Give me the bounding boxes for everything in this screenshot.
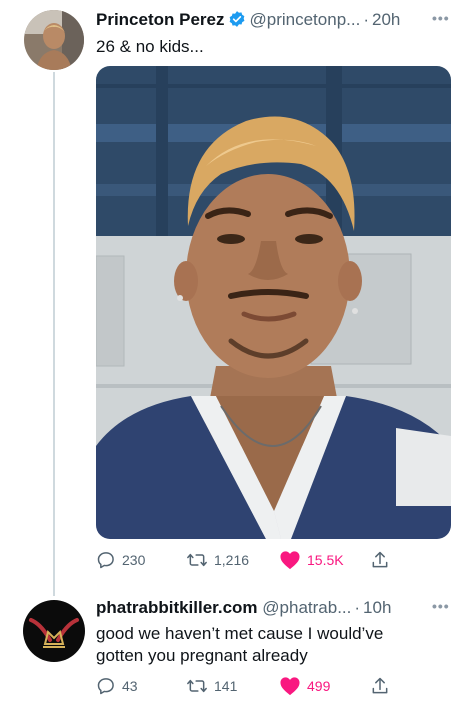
reply-button[interactable]: 230 — [96, 550, 145, 570]
author-avatar[interactable] — [23, 600, 85, 662]
reply-icon — [97, 552, 114, 569]
author-name[interactable]: Princeton Perez — [96, 10, 225, 29]
reply-icon — [97, 678, 114, 695]
reply-button[interactable]: 43 — [96, 676, 138, 696]
more-options-icon[interactable]: ••• — [432, 598, 450, 614]
reply-count: 230 — [122, 552, 146, 568]
tweet-header: phatrabbitkiller.com @phatrab... · 10h — [96, 598, 391, 618]
share-button[interactable] — [370, 676, 390, 696]
like-button[interactable]: 499 — [279, 676, 330, 696]
like-count: 499 — [307, 678, 331, 694]
share-icon — [372, 551, 388, 568]
heart-icon — [280, 551, 300, 570]
time-separator: · — [363, 10, 369, 29]
time-separator: · — [354, 598, 361, 617]
tweet-text: good we haven’t met cause I would’ve got… — [96, 623, 383, 667]
tweet-photo[interactable] — [96, 66, 451, 539]
tweet-reply[interactable]: phatrabbitkiller.com @phatrab... · 10h •••… — [0, 590, 474, 705]
tweet-text: 26 & no kids... — [96, 37, 204, 56]
retweet-count: 1,216 — [214, 552, 250, 568]
retweet-count: 141 — [214, 678, 238, 694]
tweet-action-bar: 43 141 499 — [96, 676, 396, 700]
logo-avatar — [23, 600, 85, 662]
tweet-timestamp[interactable]: 10h — [363, 598, 391, 617]
like-count: 15.5K — [307, 552, 344, 568]
selfie-photo — [96, 66, 451, 539]
tweet-timestamp[interactable]: 20h — [372, 10, 400, 29]
author-handle[interactable]: @princetonp... — [250, 10, 361, 29]
reply-count: 43 — [122, 678, 138, 694]
author-name[interactable]: phatrabbitkiller.com — [96, 598, 258, 617]
tweet-header: Princeton Perez @princetonp... · 20h — [96, 10, 400, 33]
tweet-action-bar: 230 1,216 15.5K — [96, 550, 396, 574]
author-avatar[interactable] — [24, 10, 84, 70]
tweet-text-line: gotten you pregnant already — [96, 646, 308, 665]
like-button[interactable]: 15.5K — [279, 550, 344, 570]
share-button[interactable] — [370, 550, 390, 570]
tweet-original[interactable]: Princeton Perez @princetonp... · 20h ••• 26… — [0, 0, 474, 590]
retweet-button[interactable]: 141 — [186, 676, 237, 696]
avatar-photo — [24, 10, 84, 70]
share-icon — [372, 677, 388, 694]
retweet-button[interactable]: 1,216 — [186, 550, 249, 570]
retweet-icon — [187, 679, 207, 693]
tweet-text-line: good we haven’t met cause I would’ve — [96, 624, 384, 643]
heart-icon — [280, 677, 300, 696]
verified-badge-icon — [228, 10, 246, 33]
author-handle[interactable]: @phatrab... — [262, 598, 351, 617]
retweet-icon — [187, 553, 207, 567]
more-options-icon[interactable]: ••• — [432, 10, 450, 26]
